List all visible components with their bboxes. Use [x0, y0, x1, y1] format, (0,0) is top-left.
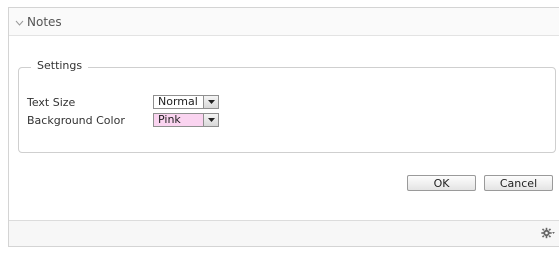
- background-color-value: Pink: [158, 113, 181, 126]
- notes-panel: Notes Settings Text Size Normal Backgrou…: [8, 7, 559, 247]
- text-size-row: Text Size Normal: [27, 95, 219, 109]
- chevron-down-icon[interactable]: [15, 18, 24, 27]
- panel-footer: [9, 220, 559, 246]
- settings-legend: Settings: [31, 59, 89, 72]
- ok-button[interactable]: OK: [407, 175, 476, 191]
- text-size-label: Text Size: [27, 95, 76, 109]
- background-color-row: Background Color Pink: [27, 113, 219, 127]
- background-color-label: Background Color: [27, 113, 125, 127]
- panel-header[interactable]: Notes: [9, 8, 559, 36]
- dropdown-arrow-icon[interactable]: [203, 96, 218, 108]
- text-size-select[interactable]: Normal: [153, 95, 219, 109]
- text-size-value: Normal: [158, 95, 198, 108]
- cancel-button[interactable]: Cancel: [484, 175, 553, 191]
- dropdown-arrow-icon[interactable]: [203, 114, 218, 126]
- gear-icon[interactable]: [541, 227, 555, 239]
- panel-title: Notes: [27, 14, 62, 29]
- background-color-select[interactable]: Pink: [153, 113, 219, 127]
- settings-fieldset: Settings Text Size Normal Background Col…: [18, 59, 556, 153]
